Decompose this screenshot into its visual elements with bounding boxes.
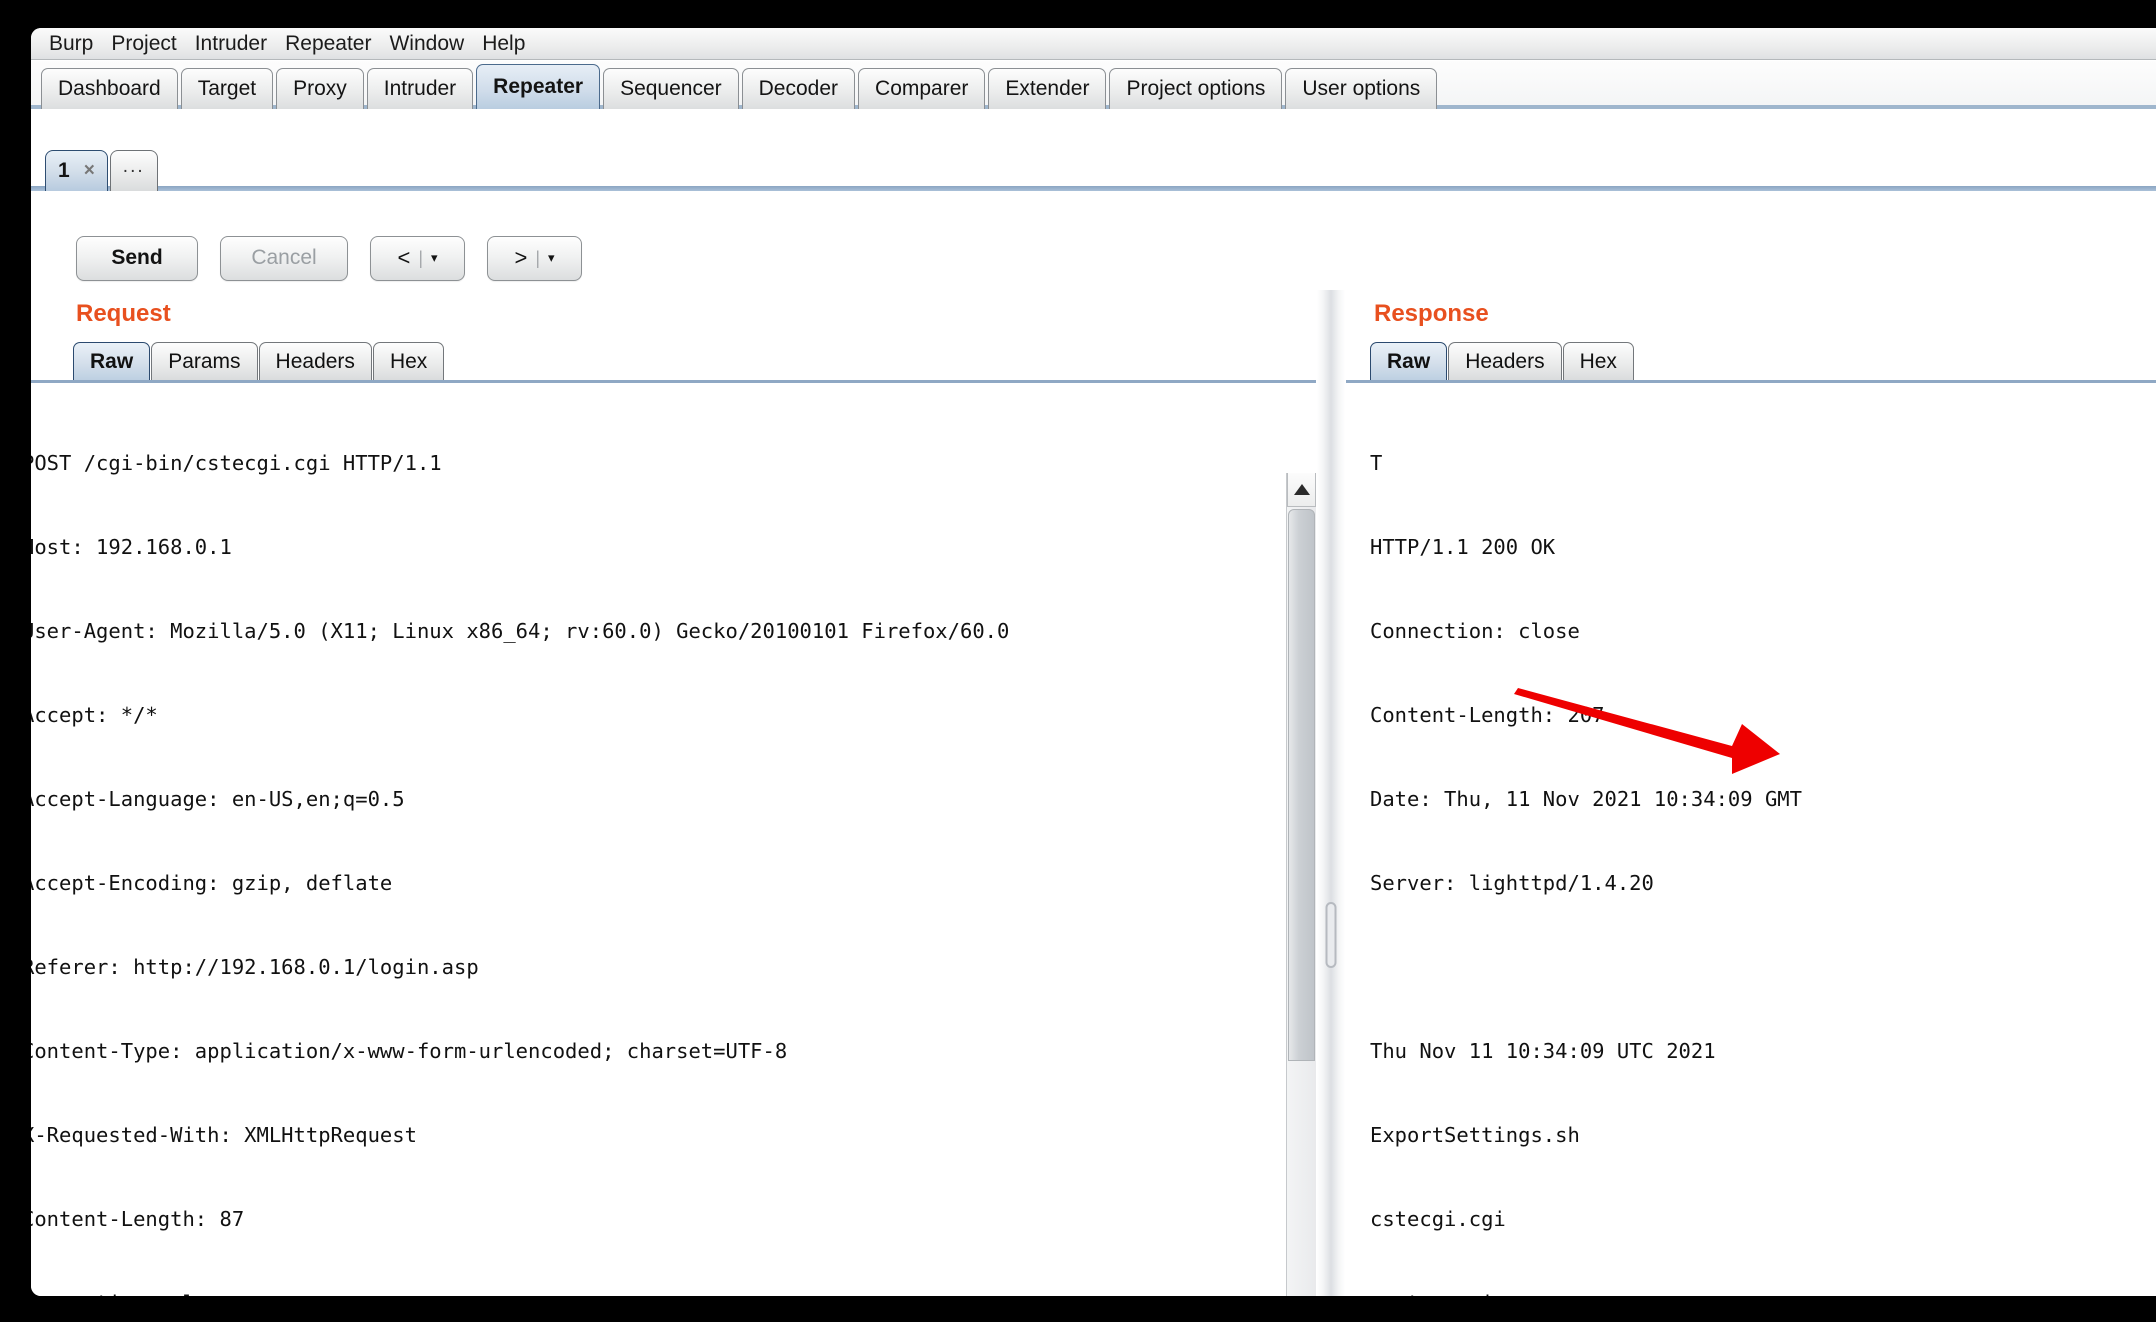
response-line: HTTP/1.1 200 OK bbox=[1370, 533, 2152, 561]
response-line: ExportSettings.sh bbox=[1370, 1121, 2152, 1149]
menu-item-burp[interactable]: Burp bbox=[40, 29, 102, 59]
close-icon[interactable]: × bbox=[84, 160, 95, 182]
response-view-tabs: Raw Headers Hex bbox=[1370, 338, 1635, 380]
response-line: Content-Length: 207 bbox=[1370, 701, 2152, 729]
chevron-down-icon[interactable]: ▾ bbox=[431, 250, 438, 266]
response-tab-hex[interactable]: Hex bbox=[1563, 342, 1634, 380]
response-editor-area: T HTTP/1.1 200 OK Connection: close Cont… bbox=[1346, 380, 2156, 1296]
tab-proxy[interactable]: Proxy bbox=[276, 68, 364, 109]
response-line: custom.cgi bbox=[1370, 1289, 2152, 1296]
response-blank-line bbox=[1370, 953, 2152, 981]
response-raw-editor[interactable]: T HTTP/1.1 200 OK Connection: close Cont… bbox=[1370, 383, 2152, 1296]
triangle-up-icon bbox=[1294, 484, 1310, 495]
request-tab-params[interactable]: Params bbox=[151, 342, 257, 380]
request-line: User-Agent: Mozilla/5.0 (X11; Linux x86_… bbox=[31, 617, 1272, 645]
repeater-action-bar: Send Cancel < | ▾ > | ▾ bbox=[31, 228, 2156, 288]
request-raw-editor[interactable]: POST /cgi-bin/cstecgi.cgi HTTP/1.1 Host:… bbox=[31, 383, 1272, 1296]
request-line: Accept: */* bbox=[31, 701, 1272, 729]
response-line: Connection: close bbox=[1370, 617, 2152, 645]
repeater-tab-bar: 1 × ... bbox=[31, 141, 2156, 191]
tab-project-options[interactable]: Project options bbox=[1109, 68, 1282, 109]
request-line: Connection: close bbox=[31, 1289, 1272, 1296]
tab-comparer[interactable]: Comparer bbox=[858, 68, 985, 109]
request-tab-hex[interactable]: Hex bbox=[373, 342, 444, 380]
go-back-button[interactable]: < | ▾ bbox=[370, 236, 465, 281]
response-tab-headers[interactable]: Headers bbox=[1448, 342, 1561, 380]
menu-item-intruder[interactable]: Intruder bbox=[186, 29, 276, 59]
menu-item-window[interactable]: Window bbox=[380, 29, 473, 59]
repeater-tab-1[interactable]: 1 × bbox=[45, 150, 108, 191]
tab-target[interactable]: Target bbox=[181, 68, 273, 109]
menu-item-repeater[interactable]: Repeater bbox=[276, 29, 380, 59]
request-pane: Request Raw Params Headers Hex POST /cgi… bbox=[31, 290, 1316, 1296]
request-editor-area: POST /cgi-bin/cstecgi.cgi HTTP/1.1 Host:… bbox=[31, 380, 1316, 1296]
request-line: Host: 192.168.0.1 bbox=[31, 533, 1272, 561]
response-title: Response bbox=[1374, 300, 1489, 328]
cancel-button[interactable]: Cancel bbox=[220, 236, 348, 281]
chevron-right-icon: > bbox=[514, 245, 527, 271]
response-pane: Response Raw Headers Hex T HTTP/1.1 200 … bbox=[1346, 290, 2156, 1296]
request-view-tabs: Raw Params Headers Hex bbox=[73, 338, 445, 380]
repeater-tab-new[interactable]: ... bbox=[110, 150, 158, 191]
chevron-down-icon[interactable]: ▾ bbox=[548, 250, 555, 266]
response-line: cstecgi.cgi bbox=[1370, 1205, 2152, 1233]
request-line: X-Requested-With: XMLHttpRequest bbox=[31, 1121, 1272, 1149]
menu-item-project[interactable]: Project bbox=[102, 29, 185, 59]
tab-sequencer[interactable]: Sequencer bbox=[603, 68, 739, 109]
screenshot-root: Burp Project Intruder Repeater Window He… bbox=[0, 0, 2156, 1322]
request-line: Accept-Encoding: gzip, deflate bbox=[31, 869, 1272, 897]
response-line: Server: lighttpd/1.4.20 bbox=[1370, 869, 2152, 897]
request-line: Accept-Language: en-US,en;q=0.5 bbox=[31, 785, 1272, 813]
repeater-tab-1-label: 1 bbox=[58, 159, 70, 183]
tab-extender[interactable]: Extender bbox=[988, 68, 1106, 109]
request-vertical-scrollbar[interactable] bbox=[1286, 473, 1316, 1296]
request-line: Content-Type: application/x-www-form-url… bbox=[31, 1037, 1272, 1065]
request-line: Referer: http://192.168.0.1/login.asp bbox=[31, 953, 1272, 981]
burp-suite-window: Burp Project Intruder Repeater Window He… bbox=[31, 28, 2156, 1296]
request-tab-raw[interactable]: Raw bbox=[73, 342, 150, 380]
tab-intruder[interactable]: Intruder bbox=[367, 68, 473, 109]
go-forward-button[interactable]: > | ▾ bbox=[487, 236, 582, 281]
scroll-up-icon[interactable] bbox=[1287, 473, 1316, 507]
tab-user-options[interactable]: User options bbox=[1285, 68, 1437, 109]
menu-bar: Burp Project Intruder Repeater Window He… bbox=[31, 28, 2156, 60]
response-line: T bbox=[1370, 449, 2152, 477]
request-line: Content-Length: 87 bbox=[31, 1205, 1272, 1233]
request-title: Request bbox=[76, 300, 171, 328]
request-line: POST /cgi-bin/cstecgi.cgi HTTP/1.1 bbox=[31, 449, 1272, 477]
response-line: Thu Nov 11 10:34:09 UTC 2021 bbox=[1370, 1037, 2152, 1065]
message-panes: Request Raw Params Headers Hex POST /cgi… bbox=[31, 290, 2156, 1296]
button-divider: | bbox=[418, 248, 423, 269]
send-button[interactable]: Send bbox=[76, 236, 198, 281]
chevron-left-icon: < bbox=[397, 245, 410, 271]
response-line: Date: Thu, 11 Nov 2021 10:34:09 GMT bbox=[1370, 785, 2152, 813]
main-tab-bar: Dashboard Target Proxy Intruder Repeater… bbox=[31, 61, 2156, 109]
response-tab-raw[interactable]: Raw bbox=[1370, 342, 1447, 380]
splitter-grip-handle[interactable] bbox=[1326, 902, 1337, 968]
request-tab-headers[interactable]: Headers bbox=[259, 342, 372, 380]
tab-repeater[interactable]: Repeater bbox=[476, 64, 600, 109]
pane-splitter[interactable] bbox=[1317, 290, 1345, 1296]
button-divider: | bbox=[535, 248, 540, 269]
scrollbar-thumb[interactable] bbox=[1288, 509, 1315, 1061]
tab-dashboard[interactable]: Dashboard bbox=[41, 68, 178, 109]
tab-decoder[interactable]: Decoder bbox=[742, 68, 855, 109]
menu-item-help[interactable]: Help bbox=[473, 29, 534, 59]
